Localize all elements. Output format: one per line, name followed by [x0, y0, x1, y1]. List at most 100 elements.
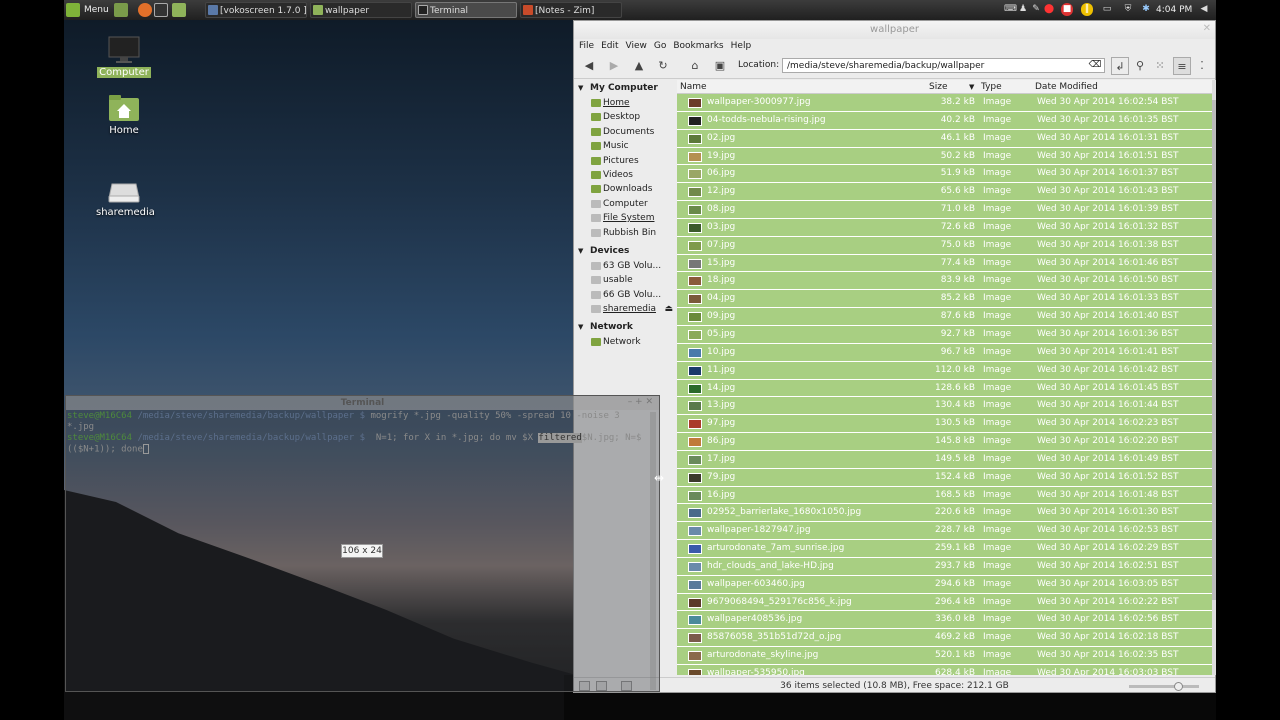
- file-row[interactable]: 10.jpg 96.7 kB Image Wed 30 Apr 2014 16:01:…: [677, 343, 1212, 362]
- desktop-icon-sharemedia[interactable]: sharemedia: [94, 176, 155, 218]
- file-row[interactable]: 02952_barrierlake_1680x1050.jpg 220.6 kB I…: [677, 504, 1212, 523]
- taskbar-item-zim[interactable]: [Notes - Zim]: [520, 2, 622, 18]
- home-icon[interactable]: ⌂: [686, 57, 704, 75]
- taskbar-item-terminal[interactable]: Terminal: [415, 2, 517, 18]
- file-row[interactable]: 06.jpg 51.9 kB Image Wed 30 Apr 2014 16:01:…: [677, 165, 1212, 184]
- list-view-icon[interactable]: ≡: [1173, 57, 1191, 75]
- file-row[interactable]: 11.jpg 112.0 kB Image Wed 30 Apr 2014 16:01…: [677, 361, 1212, 380]
- file-row[interactable]: 03.jpg 72.6 kB Image Wed 30 Apr 2014 16:01:…: [677, 218, 1212, 237]
- sidebar-item-volume-66gb[interactable]: 66 GB Volu...: [574, 288, 677, 302]
- file-row[interactable]: 17.jpg 149.5 kB Image Wed 30 Apr 2014 16:01…: [677, 450, 1212, 469]
- location-input[interactable]: [782, 58, 1105, 73]
- menu-edit[interactable]: Edit: [601, 41, 618, 51]
- user-icon[interactable]: ♟: [1017, 3, 1029, 16]
- file-row[interactable]: wallpaper-535950.jpg 628.4 kB Image Wed 30 …: [677, 665, 1212, 675]
- firefox-icon[interactable]: [138, 3, 152, 17]
- sidebar-item-home[interactable]: Home: [574, 96, 677, 110]
- file-row[interactable]: wallpaper-3000977.jpg 38.2 kB Image Wed 30 …: [677, 94, 1212, 112]
- zoom-slider-knob[interactable]: [1174, 682, 1183, 691]
- file-row[interactable]: 86.jpg 145.8 kB Image Wed 30 Apr 2014 16:02…: [677, 433, 1212, 451]
- file-row[interactable]: hdr_clouds_and_lake-HD.jpg 293.7 kB Image W…: [677, 557, 1212, 576]
- window-controls[interactable]: – + ✕: [628, 397, 653, 407]
- file-row[interactable]: 9679068494_529176c856_k.jpg 296.4 kB Image…: [677, 593, 1212, 612]
- menu-button[interactable]: Menu: [78, 2, 115, 18]
- file-row[interactable]: 19.jpg 50.2 kB Image Wed 30 Apr 2014 16:01:…: [677, 147, 1212, 166]
- files-launcher-icon[interactable]: [172, 3, 186, 17]
- file-row[interactable]: 16.jpg 168.5 kB Image Wed 30 Apr 2014 16:01…: [677, 486, 1212, 505]
- file-row[interactable]: arturodonate_skyline.jpg 520.1 kB Image Wed…: [677, 647, 1212, 665]
- icon-view-icon[interactable]: ⁙: [1151, 57, 1169, 75]
- scrollbar-thumb[interactable]: [1212, 100, 1216, 600]
- monitor-tray-icon[interactable]: ▭: [1101, 3, 1113, 16]
- compact-view-icon[interactable]: ⁚: [1193, 57, 1211, 75]
- file-row[interactable]: 14.jpg 128.6 kB Image Wed 30 Apr 2014 16:01…: [677, 379, 1212, 398]
- close-icon[interactable]: ✕: [1203, 23, 1211, 34]
- column-header-date[interactable]: Date Modified: [1035, 80, 1098, 94]
- record-icon[interactable]: ⬤: [1043, 3, 1055, 16]
- search-icon[interactable]: ⚲: [1131, 57, 1149, 75]
- sidebar-item-file-system[interactable]: File System: [574, 211, 677, 225]
- sidebar-item-volume-63gb[interactable]: 63 GB Volu...: [574, 259, 677, 273]
- menu-go[interactable]: Go: [654, 41, 666, 51]
- sidebar-item-downloads[interactable]: Downloads: [574, 182, 677, 196]
- clock[interactable]: 4:04 PM: [1150, 2, 1198, 18]
- menu-bookmarks[interactable]: Bookmarks: [673, 41, 723, 51]
- sidebar-item-usable[interactable]: usable: [574, 273, 677, 287]
- eject-icon[interactable]: ⏏: [664, 302, 673, 316]
- forward-icon[interactable]: ▶: [605, 57, 623, 75]
- shield-icon[interactable]: ⛨: [1122, 3, 1134, 16]
- file-row[interactable]: 05.jpg 92.7 kB Image Wed 30 Apr 2014 16:01:…: [677, 325, 1212, 344]
- taskbar-item-wallpaper[interactable]: wallpaper: [310, 2, 412, 18]
- file-row[interactable]: 15.jpg 77.4 kB Image Wed 30 Apr 2014 16:01:…: [677, 254, 1212, 273]
- file-row[interactable]: 07.jpg 75.0 kB Image Wed 30 Apr 2014 16:01:…: [677, 236, 1212, 255]
- menu-view[interactable]: View: [626, 41, 647, 51]
- back-icon[interactable]: ◀: [580, 57, 598, 75]
- sidebar-item-sharemedia[interactable]: sharemedia ⏏: [574, 302, 677, 316]
- sidebar-header-network[interactable]: ▼ Network: [574, 319, 677, 335]
- sidebar-item-network[interactable]: Network: [574, 335, 677, 349]
- terminal-scrollbar[interactable]: [650, 412, 656, 690]
- column-header-type[interactable]: Type: [981, 80, 1002, 94]
- scrollbar[interactable]: [1212, 80, 1216, 675]
- sidebar-header-my-computer[interactable]: ▼ My Computer: [574, 80, 677, 96]
- sidebar-item-pictures[interactable]: Pictures: [574, 154, 677, 168]
- computer-icon[interactable]: ▣: [711, 57, 729, 75]
- sidebar-item-videos[interactable]: Videos: [574, 168, 677, 182]
- keyboard-indicator-icon[interactable]: ⌨: [1004, 3, 1017, 16]
- toggle-location-icon[interactable]: ↲: [1111, 57, 1129, 75]
- file-row[interactable]: 12.jpg 65.6 kB Image Wed 30 Apr 2014 16:01:…: [677, 183, 1212, 202]
- file-row[interactable]: 13.jpg 130.4 kB Image Wed 30 Apr 2014 16:01…: [677, 397, 1212, 416]
- file-row[interactable]: 02.jpg 46.1 kB Image Wed 30 Apr 2014 16:01:…: [677, 129, 1212, 148]
- file-row[interactable]: 85876058_351b51d72d_o.jpg 469.2 kB Image We…: [677, 629, 1212, 648]
- sidebar-item-music[interactable]: Music: [574, 139, 677, 153]
- pause-icon[interactable]: ‖: [1081, 3, 1093, 16]
- file-row[interactable]: 18.jpg 83.9 kB Image Wed 30 Apr 2014 16:01:…: [677, 272, 1212, 291]
- sidebar-item-desktop[interactable]: Desktop: [574, 110, 677, 124]
- file-row[interactable]: arturodonate_7am_sunrise.jpg 259.1 kB Imag…: [677, 540, 1212, 558]
- show-desktop-icon[interactable]: [114, 3, 128, 17]
- zoom-slider[interactable]: [1129, 682, 1199, 691]
- stop-icon[interactable]: ■: [1061, 3, 1073, 16]
- file-row[interactable]: 79.jpg 152.4 kB Image Wed 30 Apr 2014 16:01…: [677, 468, 1212, 487]
- desktop-icon-computer[interactable]: Computer: [94, 36, 154, 78]
- terminal-output[interactable]: steve@M16C64 /media/steve/sharemedia/bac…: [66, 410, 659, 457]
- volume-icon[interactable]: ◀: [1198, 3, 1210, 16]
- terminal-launcher-icon[interactable]: [154, 3, 168, 17]
- file-row[interactable]: wallpaper-1827947.jpg 228.7 kB Image Wed 30…: [677, 522, 1212, 541]
- sidebar-item-rubbish-bin[interactable]: Rubbish Bin: [574, 226, 677, 240]
- up-icon[interactable]: ▲: [630, 57, 648, 75]
- file-row[interactable]: 04.jpg 85.2 kB Image Wed 30 Apr 2014 16:01:…: [677, 290, 1212, 309]
- sidebar-item-computer[interactable]: Computer: [574, 197, 677, 211]
- sidebar-item-documents[interactable]: Documents: [574, 125, 677, 139]
- clear-location-icon[interactable]: ⌫: [1088, 58, 1102, 73]
- column-header-name[interactable]: Name: [680, 80, 707, 94]
- menu-help[interactable]: Help: [731, 41, 752, 51]
- mic-icon[interactable]: ✎: [1030, 3, 1042, 16]
- reload-icon[interactable]: ↻: [654, 57, 672, 75]
- file-row[interactable]: 97.jpg 130.5 kB Image Wed 30 Apr 2014 16:02…: [677, 415, 1212, 434]
- file-row[interactable]: 08.jpg 71.0 kB Image Wed 30 Apr 2014 16:01:…: [677, 201, 1212, 219]
- file-row[interactable]: 09.jpg 87.6 kB Image Wed 30 Apr 2014 16:01:…: [677, 308, 1212, 326]
- desktop-icon-home[interactable]: Home: [94, 94, 154, 136]
- file-row[interactable]: wallpaper408536.jpg 336.0 kB Image Wed 30 A…: [677, 611, 1212, 630]
- file-row[interactable]: 04-todds-nebula-rising.jpg 40.2 kB Image We…: [677, 111, 1212, 130]
